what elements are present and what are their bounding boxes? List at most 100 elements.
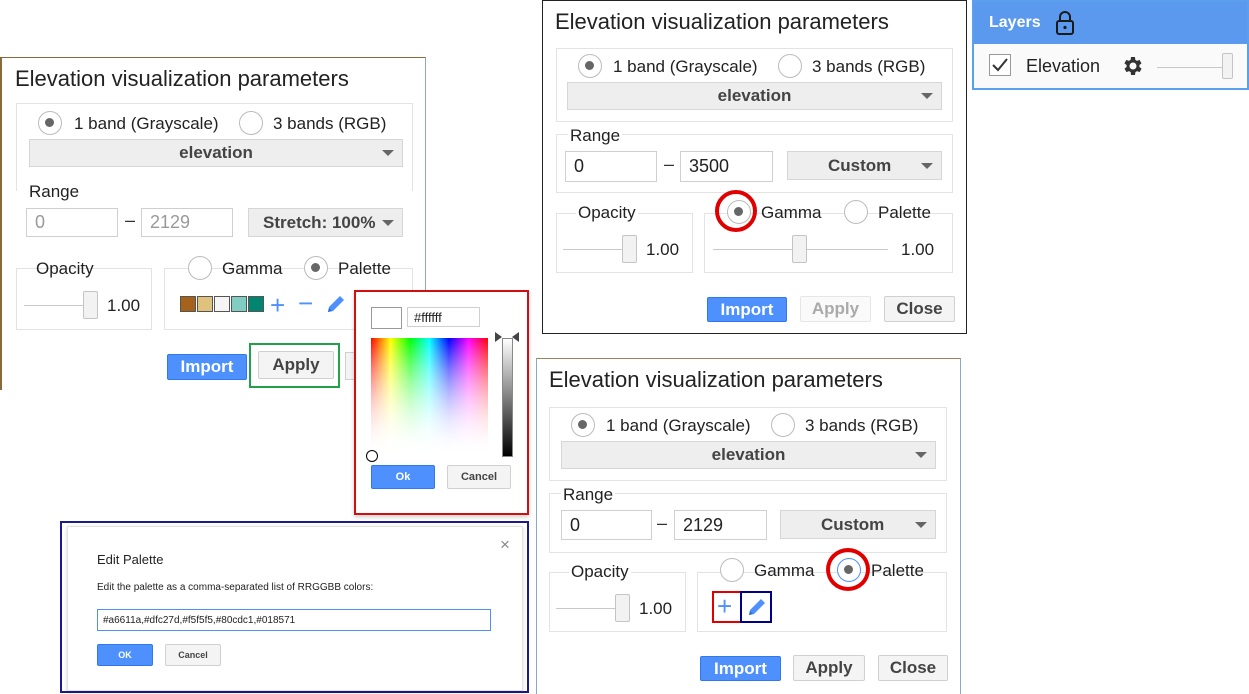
panel-c-title: Elevation visualization parameters xyxy=(549,367,883,392)
panel-a-label-gamma: Gamma xyxy=(222,259,283,278)
chevron-down-icon xyxy=(915,452,927,458)
panel-c-opacity-thumb[interactable] xyxy=(615,594,630,622)
picker-field-cursor[interactable] xyxy=(366,450,378,462)
panel-c-stretch-value: Custom xyxy=(821,514,885,534)
layers-panel: Layers Elevation xyxy=(972,0,1249,90)
panel-c-label-rgb: 3 bands (RGB) xyxy=(805,416,919,435)
panel-c-stretch-select[interactable]: Custom xyxy=(780,510,936,539)
palette-swatch[interactable] xyxy=(231,296,247,312)
edit-palette-title: Edit Palette xyxy=(97,552,164,567)
panel-b-band-select-value: elevation xyxy=(717,86,792,105)
panel-a-band-select[interactable]: elevation xyxy=(29,139,403,167)
color-picker: #ffffff Ok Cancel xyxy=(354,290,529,515)
panel-b-import-button[interactable]: Import xyxy=(707,297,787,322)
panel-a-stretch-select[interactable]: Stretch: 100% xyxy=(248,208,403,237)
panel-c-radio-grayscale[interactable] xyxy=(571,413,595,437)
panel-a-radio-palette[interactable] xyxy=(304,256,328,280)
palette-swatch[interactable] xyxy=(180,296,196,312)
edit-palette-ok-button[interactable]: OK xyxy=(97,644,153,666)
panel-b-radio-grayscale[interactable] xyxy=(578,54,602,78)
remove-icon[interactable]: − xyxy=(298,290,313,316)
picker-hex-input[interactable]: #ffffff xyxy=(407,307,480,327)
panel-a-range-min[interactable]: 0 xyxy=(26,208,118,237)
layer-checkbox[interactable] xyxy=(989,54,1011,76)
panel-b-apply-button[interactable]: Apply xyxy=(800,296,871,322)
panel-a-opacity-value: 1.00 xyxy=(107,296,141,315)
layer-opacity-thumb[interactable] xyxy=(1221,53,1233,79)
palette-swatch[interactable] xyxy=(214,296,230,312)
panel-a-radio-gamma[interactable] xyxy=(188,256,212,280)
picker-brightness-marker[interactable] xyxy=(495,332,502,342)
panel-a-import-button[interactable]: Import xyxy=(167,354,247,380)
panel-b-stretch-select[interactable]: Custom xyxy=(787,151,942,180)
panel-b-range-max[interactable]: 3500 xyxy=(680,151,773,182)
panel-c-apply-button[interactable]: Apply xyxy=(793,655,865,681)
picker-ok-button[interactable]: Ok xyxy=(371,465,435,489)
panel-c-opacity-value: 1.00 xyxy=(639,599,673,618)
panel-a-opacity-thumb[interactable] xyxy=(83,291,98,319)
panel-c-radio-rgb[interactable] xyxy=(771,413,795,437)
panel-b-opacity-value: 1.00 xyxy=(646,240,680,259)
pencil-highlight-navy xyxy=(740,591,772,623)
panel-b-band-select[interactable]: elevation xyxy=(567,82,942,110)
panel-a-opacity-label: Opacity xyxy=(36,259,94,278)
layers-title: Layers xyxy=(989,14,1041,31)
panel-a-label-palette: Palette xyxy=(338,259,391,278)
panel-c-label-grayscale: 1 band (Grayscale) xyxy=(606,416,751,435)
add-highlight-red xyxy=(712,591,742,623)
pencil-icon[interactable] xyxy=(325,293,347,320)
chevron-down-icon xyxy=(921,93,933,99)
picker-color-preview xyxy=(371,307,402,329)
gamma-highlight-red xyxy=(715,190,757,232)
panel-b-gamma-value: 1.00 xyxy=(901,240,935,259)
add-icon[interactable]: + xyxy=(270,292,285,318)
apply-highlight-green xyxy=(249,343,340,388)
panel-b-range-min[interactable]: 0 xyxy=(565,151,657,182)
panel-c-close-button[interactable]: Close xyxy=(878,655,948,681)
panel-b-radio-rgb[interactable] xyxy=(778,54,802,78)
chevron-down-icon xyxy=(915,521,927,528)
panel-a-radio-grayscale[interactable] xyxy=(38,111,62,135)
panel-a-range-max[interactable]: 2129 xyxy=(141,208,233,237)
panel-a-range-dash: – xyxy=(125,210,136,230)
palette-swatch[interactable] xyxy=(197,296,213,312)
panel-c-band-select[interactable]: elevation xyxy=(561,441,936,469)
panel-c-label-palette: Palette xyxy=(871,561,924,580)
picker-brightness-bar[interactable] xyxy=(502,338,513,457)
panel-b-label-grayscale: 1 band (Grayscale) xyxy=(613,57,758,76)
edit-palette-cancel-button[interactable]: Cancel xyxy=(165,644,221,666)
panel-b-label-rgb: 3 bands (RGB) xyxy=(812,57,926,76)
lock-icon[interactable] xyxy=(1054,10,1076,41)
panel-c-label-gamma: Gamma xyxy=(754,561,815,580)
edit-palette-dialog: Edit Palette × Edit the palette as a com… xyxy=(60,521,529,693)
palette-swatch[interactable] xyxy=(248,296,264,312)
panel-c-range-dash: – xyxy=(657,513,668,533)
panel-b-range-dash: – xyxy=(664,154,675,174)
picker-field-gray-overlay xyxy=(371,338,488,457)
panel-b-opacity-thumb[interactable] xyxy=(622,235,637,263)
picker-color-field[interactable] xyxy=(371,338,488,457)
panel-c-import-button[interactable]: Import xyxy=(700,656,781,681)
panel-b-radio-palette[interactable] xyxy=(844,200,868,224)
picker-brightness-marker-right xyxy=(512,332,519,342)
layer-opacity-track xyxy=(1157,67,1227,68)
panel-a-radio-rgb[interactable] xyxy=(239,111,263,135)
panel-c-range-max[interactable]: 2129 xyxy=(674,510,767,540)
close-icon[interactable]: × xyxy=(500,535,510,555)
picker-cancel-button[interactable]: Cancel xyxy=(447,465,511,489)
panel-b-label-palette: Palette xyxy=(878,203,931,222)
panel-b: Elevation visualization parameters 1 ban… xyxy=(542,0,967,334)
panel-c-range-min[interactable]: 0 xyxy=(561,510,652,540)
panel-b-close-button[interactable]: Close xyxy=(884,296,955,322)
palette-highlight-red xyxy=(826,548,870,591)
chevron-down-icon xyxy=(382,150,394,156)
layers-row xyxy=(974,44,1247,88)
panel-a-label-grayscale: 1 band (Grayscale) xyxy=(74,114,219,133)
gear-icon[interactable] xyxy=(1121,54,1145,83)
edit-palette-input[interactable]: #a6611a,#dfc27d,#f5f5f5,#80cdc1,#018571 xyxy=(97,609,491,631)
panel-c-radio-gamma[interactable] xyxy=(720,558,744,582)
panel-c-range-label: Range xyxy=(561,485,616,505)
panel-c-opacity-label: Opacity xyxy=(569,562,631,582)
panel-b-gamma-thumb[interactable] xyxy=(792,235,807,263)
panel-b-title: Elevation visualization parameters xyxy=(555,9,889,34)
